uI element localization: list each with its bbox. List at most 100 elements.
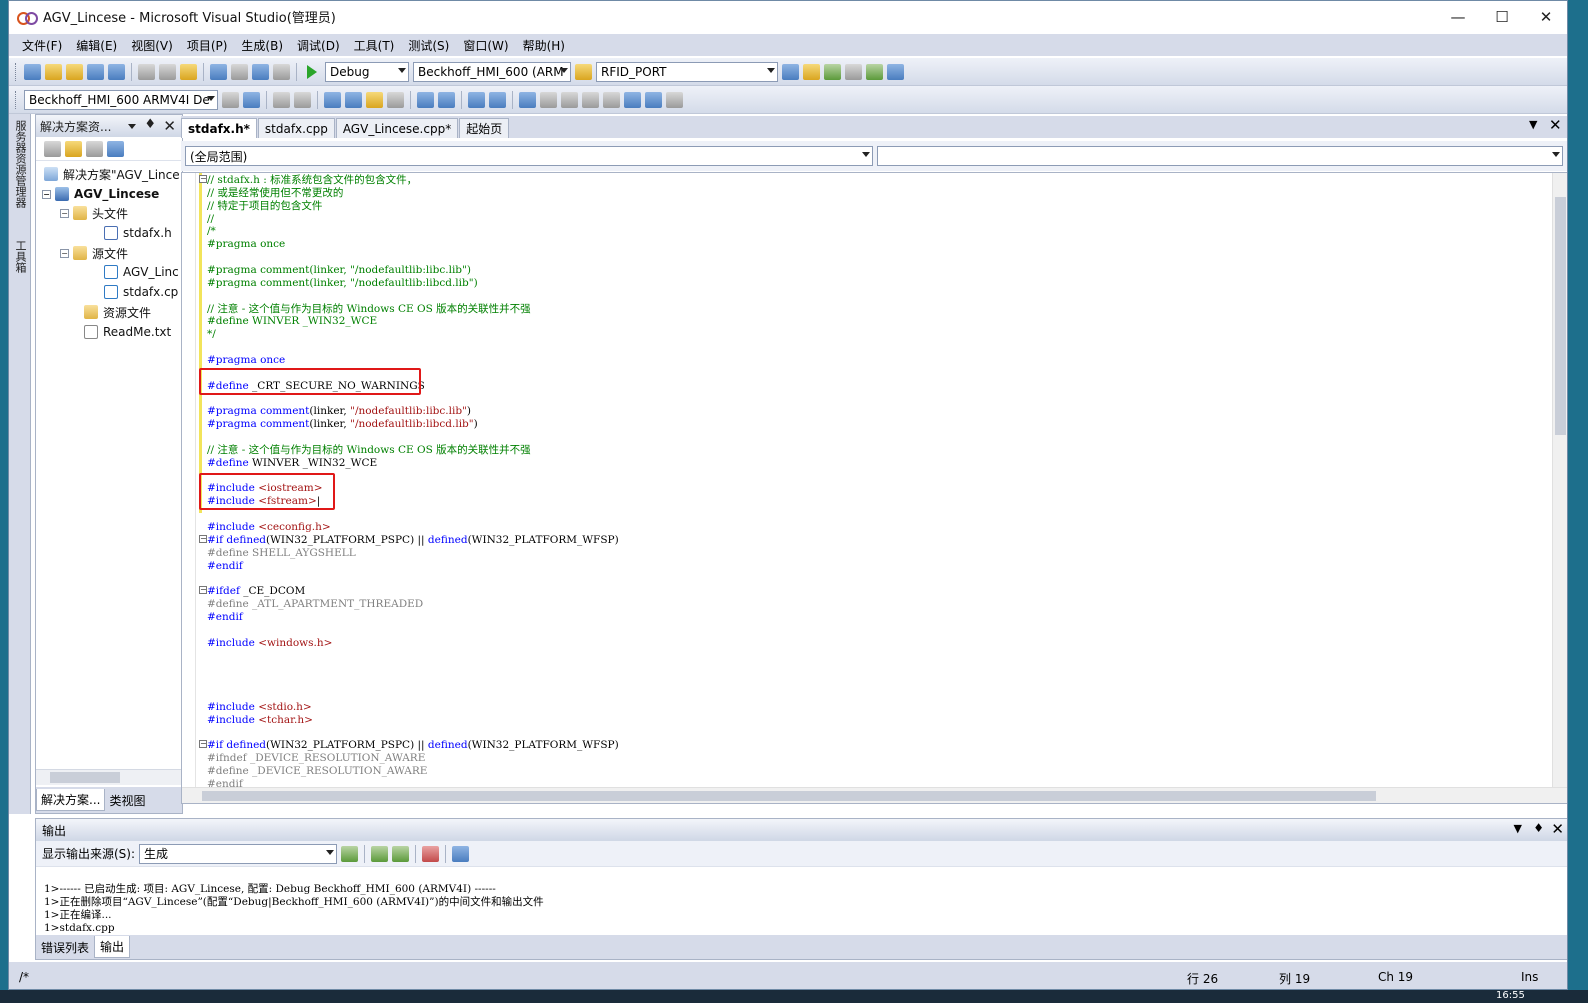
close-icon[interactable]: ✕ <box>1549 116 1562 134</box>
connect-device-icon[interactable] <box>243 91 260 108</box>
find-message-icon[interactable] <box>341 845 359 862</box>
outline-collapse-icon[interactable]: − <box>199 740 207 748</box>
chevron-down-icon[interactable] <box>128 124 136 129</box>
tree-node-readme[interactable]: ReadMe.txt <box>84 323 171 341</box>
outline-collapse-icon[interactable]: − <box>199 535 207 543</box>
menu-debug[interactable]: 调试(D) <box>290 37 347 54</box>
pin-icon[interactable]: ♦ <box>144 117 156 132</box>
go-next-message-icon[interactable] <box>392 845 410 862</box>
maximize-button[interactable]: ☐ <box>1479 1 1525 32</box>
tree-node-stdafx-cpp[interactable]: stdafx.cp <box>104 283 178 301</box>
outdent-icon[interactable] <box>417 91 434 108</box>
toolbox-icon[interactable] <box>845 63 862 80</box>
menu-window[interactable]: 窗口(W) <box>456 37 515 54</box>
collapse-icon[interactable]: − <box>42 189 51 199</box>
target-device-select[interactable]: Beckhoff_HMI_600 ARMV4I De <box>24 89 218 110</box>
save-all-icon[interactable] <box>108 63 125 80</box>
uncomment-icon[interactable] <box>489 91 506 108</box>
toolbox-tab[interactable]: 工具箱 <box>12 240 28 273</box>
menu-test[interactable]: 测试(S) <box>401 37 456 54</box>
tab-agv-cpp[interactable]: AGV_Lincese.cpp* <box>335 118 459 138</box>
redo-icon[interactable] <box>231 63 248 80</box>
navigate-backward-icon[interactable] <box>252 63 269 80</box>
server-explorer-tab[interactable]: 服务器资源管理器 <box>12 120 28 208</box>
tab-start-page[interactable]: 起始页 <box>459 118 510 138</box>
minimize-button[interactable]: — <box>1435 1 1481 32</box>
undo-icon[interactable] <box>210 63 227 80</box>
close-icon[interactable]: ✕ <box>163 117 176 135</box>
output-source-select[interactable]: 生成 <box>139 843 338 864</box>
toggle-bookmark-icon[interactable] <box>519 91 536 108</box>
editor-vscrollbar[interactable] <box>1552 173 1567 803</box>
tab-error-list[interactable]: 错误列表 <box>36 937 94 958</box>
tab-stdafx-h[interactable]: stdafx.h* <box>181 118 257 138</box>
quick-info-icon[interactable] <box>387 91 404 108</box>
close-button[interactable]: ✕ <box>1523 1 1567 32</box>
next-bookmark-icon[interactable] <box>561 91 578 108</box>
chevron-down-icon[interactable]: ▼ <box>1529 118 1537 131</box>
tree-node-source-files[interactable]: − 源文件 <box>60 244 128 262</box>
tree-node-solution[interactable]: 解决方案"AGV_Lince <box>44 165 180 183</box>
scope-select[interactable]: (全局范围) <box>185 146 873 166</box>
member-select[interactable] <box>877 146 1563 166</box>
code-editor[interactable]: − − − − // stdafx.h : 标准系统包含文件的包含文件，// 或… <box>181 172 1567 804</box>
tree-node-agv-cpp[interactable]: AGV_Linc <box>104 263 179 281</box>
next-bookmark-doc-icon[interactable] <box>645 91 662 108</box>
clear-bookmarks-icon[interactable] <box>666 91 683 108</box>
save-icon[interactable] <box>87 63 104 80</box>
text-editor-icon[interactable] <box>324 91 341 108</box>
prev-bookmark-doc-icon[interactable] <box>624 91 641 108</box>
class-diagram-icon[interactable] <box>107 140 124 157</box>
prev-bookmark-icon[interactable] <box>540 91 557 108</box>
solution-config-select[interactable]: Debug <box>325 61 409 82</box>
solution-hscrollbar[interactable] <box>36 769 182 785</box>
format-2-icon[interactable] <box>294 91 311 108</box>
cut-icon[interactable] <box>138 63 155 80</box>
word-wrap-icon[interactable] <box>452 845 470 862</box>
start-page-icon[interactable] <box>866 63 883 80</box>
menu-help[interactable]: 帮助(H) <box>516 37 572 54</box>
chevron-down-icon[interactable]: ▼ <box>1514 822 1522 835</box>
tree-node-stdafx-h[interactable]: stdafx.h <box>104 224 172 242</box>
menu-view[interactable]: 视图(V) <box>124 37 180 54</box>
platform-select[interactable]: Beckhoff_HMI_600 (ARM <box>413 61 571 82</box>
outline-collapse-icon[interactable]: − <box>199 586 207 594</box>
tab-class-view[interactable]: 类视图 <box>105 790 149 811</box>
find-in-files-icon[interactable] <box>575 63 592 80</box>
find-combo[interactable]: RFID_PORT <box>596 61 778 82</box>
comment-out-icon[interactable] <box>468 91 485 108</box>
parameter-info-icon[interactable] <box>366 91 383 108</box>
tree-node-header-files[interactable]: − 头文件 <box>60 204 128 222</box>
menu-edit[interactable]: 编辑(E) <box>69 37 124 54</box>
object-browser-icon[interactable] <box>824 63 841 80</box>
menu-build[interactable]: 生成(B) <box>234 37 290 54</box>
device-options-icon[interactable] <box>222 91 239 108</box>
open-file-icon[interactable] <box>66 63 83 80</box>
close-icon[interactable]: ✕ <box>1551 820 1564 838</box>
properties-icon[interactable] <box>803 63 820 80</box>
next-bookmark-folder-icon[interactable] <box>603 91 620 108</box>
tab-solution-explorer[interactable]: 解决方案... <box>36 789 106 811</box>
menu-tools[interactable]: 工具(T) <box>347 37 402 54</box>
collapse-icon[interactable]: − <box>60 248 69 258</box>
add-item-icon[interactable] <box>45 63 62 80</box>
properties-icon[interactable] <box>44 140 61 157</box>
tree-node-resource-files[interactable]: 资源文件 <box>84 303 151 321</box>
editor-hscrollbar[interactable] <box>182 787 1567 803</box>
outline-collapse-icon[interactable]: − <box>199 175 207 183</box>
navigate-forward-icon[interactable] <box>273 63 290 80</box>
start-debugging-icon[interactable] <box>307 64 317 79</box>
new-project-icon[interactable] <box>24 63 41 80</box>
paste-icon[interactable] <box>180 63 197 80</box>
list-members-icon[interactable] <box>345 91 362 108</box>
menu-file[interactable]: 文件(F) <box>15 37 69 54</box>
tree-node-project[interactable]: − AGV_Lincese <box>42 185 159 203</box>
solution-explorer-icon[interactable] <box>782 63 799 80</box>
view-code-icon[interactable] <box>86 140 103 157</box>
indent-icon[interactable] <box>438 91 455 108</box>
show-all-files-icon[interactable] <box>65 140 82 157</box>
copy-icon[interactable] <box>159 63 176 80</box>
clear-all-icon[interactable] <box>422 845 440 862</box>
menu-project[interactable]: 项目(P) <box>180 37 235 54</box>
tab-stdafx-cpp[interactable]: stdafx.cpp <box>257 118 335 138</box>
